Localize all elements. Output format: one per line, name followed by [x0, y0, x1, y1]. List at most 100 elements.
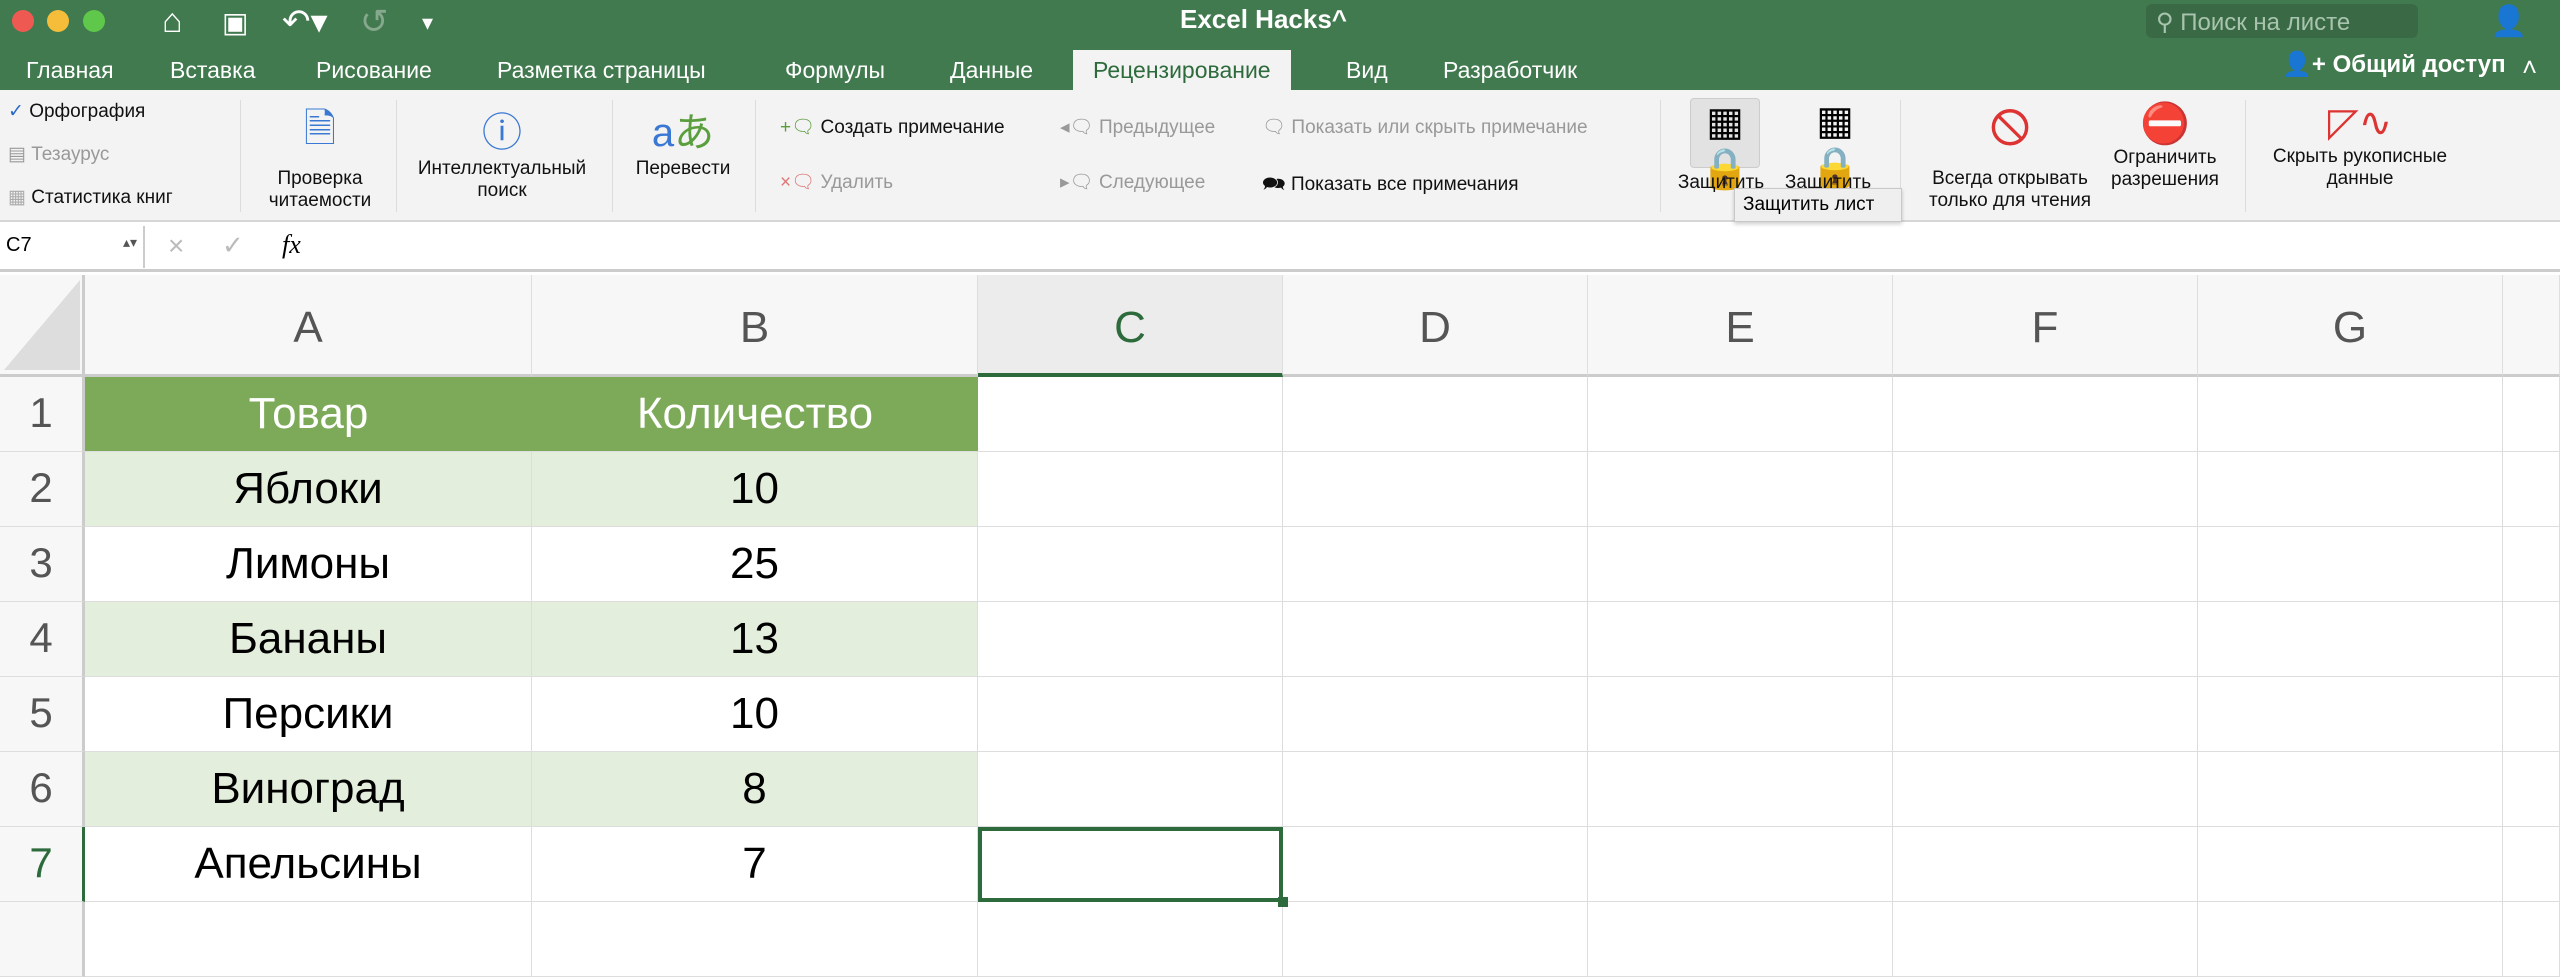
cell[interactable]: Количество: [532, 377, 978, 452]
cell[interactable]: [2503, 527, 2560, 602]
column-header[interactable]: E: [1588, 275, 1893, 377]
cell[interactable]: [532, 902, 978, 977]
cell[interactable]: Апельсины: [85, 827, 532, 902]
cell[interactable]: [1283, 527, 1588, 602]
row-header[interactable]: 3: [0, 527, 85, 602]
tab-insert[interactable]: Вставка: [170, 50, 256, 90]
cell[interactable]: [2198, 902, 2503, 977]
collapse-ribbon-icon[interactable]: ˄: [2522, 52, 2537, 83]
cell[interactable]: 25: [532, 527, 978, 602]
search-sheet-input[interactable]: ⚲ Поиск на листе: [2146, 4, 2418, 38]
tab-developer[interactable]: Разработчик: [1443, 50, 1577, 90]
cell[interactable]: [978, 677, 1283, 752]
cell[interactable]: [1588, 602, 1893, 677]
column-header[interactable]: A: [85, 275, 532, 377]
cell[interactable]: Товар: [85, 377, 532, 452]
selected-cell[interactable]: [978, 827, 1283, 902]
tab-review[interactable]: Рецензирование: [1073, 50, 1291, 90]
cell[interactable]: [978, 902, 1283, 977]
cell[interactable]: [1283, 677, 1588, 752]
row-header[interactable]: 1: [0, 377, 85, 452]
cell[interactable]: [2503, 602, 2560, 677]
cell[interactable]: 13: [532, 602, 978, 677]
cell[interactable]: [1893, 677, 2198, 752]
hide-ink-button[interactable]: ◸∿ Скрыть рукописные данные: [2255, 100, 2465, 190]
cell[interactable]: [2503, 452, 2560, 527]
zoom-window-button[interactable]: [83, 10, 105, 32]
new-comment-button[interactable]: +🗨 Создать примечание: [780, 115, 1005, 139]
cell[interactable]: [2198, 377, 2503, 452]
cell[interactable]: [2503, 827, 2560, 902]
workbook-stats-button[interactable]: ▦ Статистика книг: [8, 186, 173, 209]
column-header[interactable]: F: [1893, 275, 2198, 377]
formula-input[interactable]: [330, 226, 2530, 268]
account-icon[interactable]: 👤: [2490, 4, 2527, 39]
cell[interactable]: [1283, 452, 1588, 527]
undo-icon[interactable]: ↶▾: [282, 2, 328, 42]
customize-toolbar-icon[interactable]: ▾: [422, 10, 433, 36]
cell[interactable]: [2198, 677, 2503, 752]
minimize-window-button[interactable]: [47, 10, 69, 32]
cell[interactable]: Персики: [85, 677, 532, 752]
cell[interactable]: [1893, 377, 2198, 452]
previous-comment-button[interactable]: ◂🗨 Предыдущее: [1060, 115, 1215, 139]
cell[interactable]: [1588, 827, 1893, 902]
row-header[interactable]: [0, 902, 85, 977]
cell[interactable]: [978, 752, 1283, 827]
spelling-button[interactable]: ✓ Орфография: [8, 100, 145, 123]
show-all-comments-button[interactable]: 🗪 Показать все примечания: [1262, 170, 1519, 202]
name-box[interactable]: C7 ▴▾: [0, 226, 145, 268]
tab-formulas[interactable]: Формулы: [785, 50, 885, 90]
next-comment-button[interactable]: ▸🗨 Следующее: [1060, 170, 1205, 194]
cell[interactable]: [2503, 902, 2560, 977]
cell[interactable]: [1283, 827, 1588, 902]
column-header[interactable]: B: [532, 275, 978, 377]
cell[interactable]: [2503, 677, 2560, 752]
cell[interactable]: [1893, 452, 2198, 527]
row-header[interactable]: 6: [0, 752, 85, 827]
row-header[interactable]: 7: [0, 827, 85, 902]
fill-handle[interactable]: [1278, 897, 1288, 907]
cell[interactable]: Лимоны: [85, 527, 532, 602]
cell[interactable]: 7: [532, 827, 978, 902]
cell[interactable]: [1588, 377, 1893, 452]
cell[interactable]: [85, 902, 532, 977]
home-icon[interactable]: ⌂: [162, 2, 183, 41]
cell[interactable]: [1893, 752, 2198, 827]
row-header[interactable]: 5: [0, 677, 85, 752]
cell[interactable]: [2503, 377, 2560, 452]
cell[interactable]: [1588, 752, 1893, 827]
cell[interactable]: [2198, 452, 2503, 527]
accessibility-button[interactable]: 🗎 Проверка читаемости: [250, 100, 390, 212]
column-header[interactable]: G: [2198, 275, 2503, 377]
protect-sheet-button[interactable]: ▦🔒: [1690, 98, 1760, 191]
share-button[interactable]: 👤+ Общий доступ: [2282, 50, 2506, 79]
show-hide-comment-button[interactable]: 🗨 Показать или скрыть примечание: [1262, 115, 1588, 139]
cell[interactable]: [1588, 902, 1893, 977]
select-all-button[interactable]: [0, 275, 85, 377]
name-box-stepper-icon[interactable]: ▴▾: [123, 234, 137, 251]
delete-comment-button[interactable]: ×🗨 Удалить: [780, 170, 893, 194]
column-header[interactable]: D: [1283, 275, 1588, 377]
cell[interactable]: [978, 452, 1283, 527]
column-header[interactable]: C: [978, 275, 1283, 377]
save-icon[interactable]: ▣: [222, 6, 248, 39]
cell[interactable]: [2198, 527, 2503, 602]
always-readonly-button[interactable]: 🛇 Всегда открывать только для чтения: [1910, 100, 2110, 212]
tab-page-layout[interactable]: Разметка страницы: [497, 50, 706, 90]
enter-icon[interactable]: ✓: [222, 230, 244, 261]
cell[interactable]: 8: [532, 752, 978, 827]
tab-view[interactable]: Вид: [1346, 50, 1388, 90]
row-header[interactable]: 2: [0, 452, 85, 527]
cell[interactable]: [1283, 377, 1588, 452]
cell[interactable]: [1893, 827, 2198, 902]
row-header[interactable]: 4: [0, 602, 85, 677]
column-header[interactable]: [2503, 275, 2560, 377]
cell[interactable]: [1893, 527, 2198, 602]
cell[interactable]: [1588, 527, 1893, 602]
cell[interactable]: Виноград: [85, 752, 532, 827]
tab-draw[interactable]: Рисование: [316, 50, 432, 90]
cell[interactable]: [978, 377, 1283, 452]
thesaurus-button[interactable]: ▤ Тезаурус: [8, 143, 109, 166]
cell[interactable]: [2198, 752, 2503, 827]
